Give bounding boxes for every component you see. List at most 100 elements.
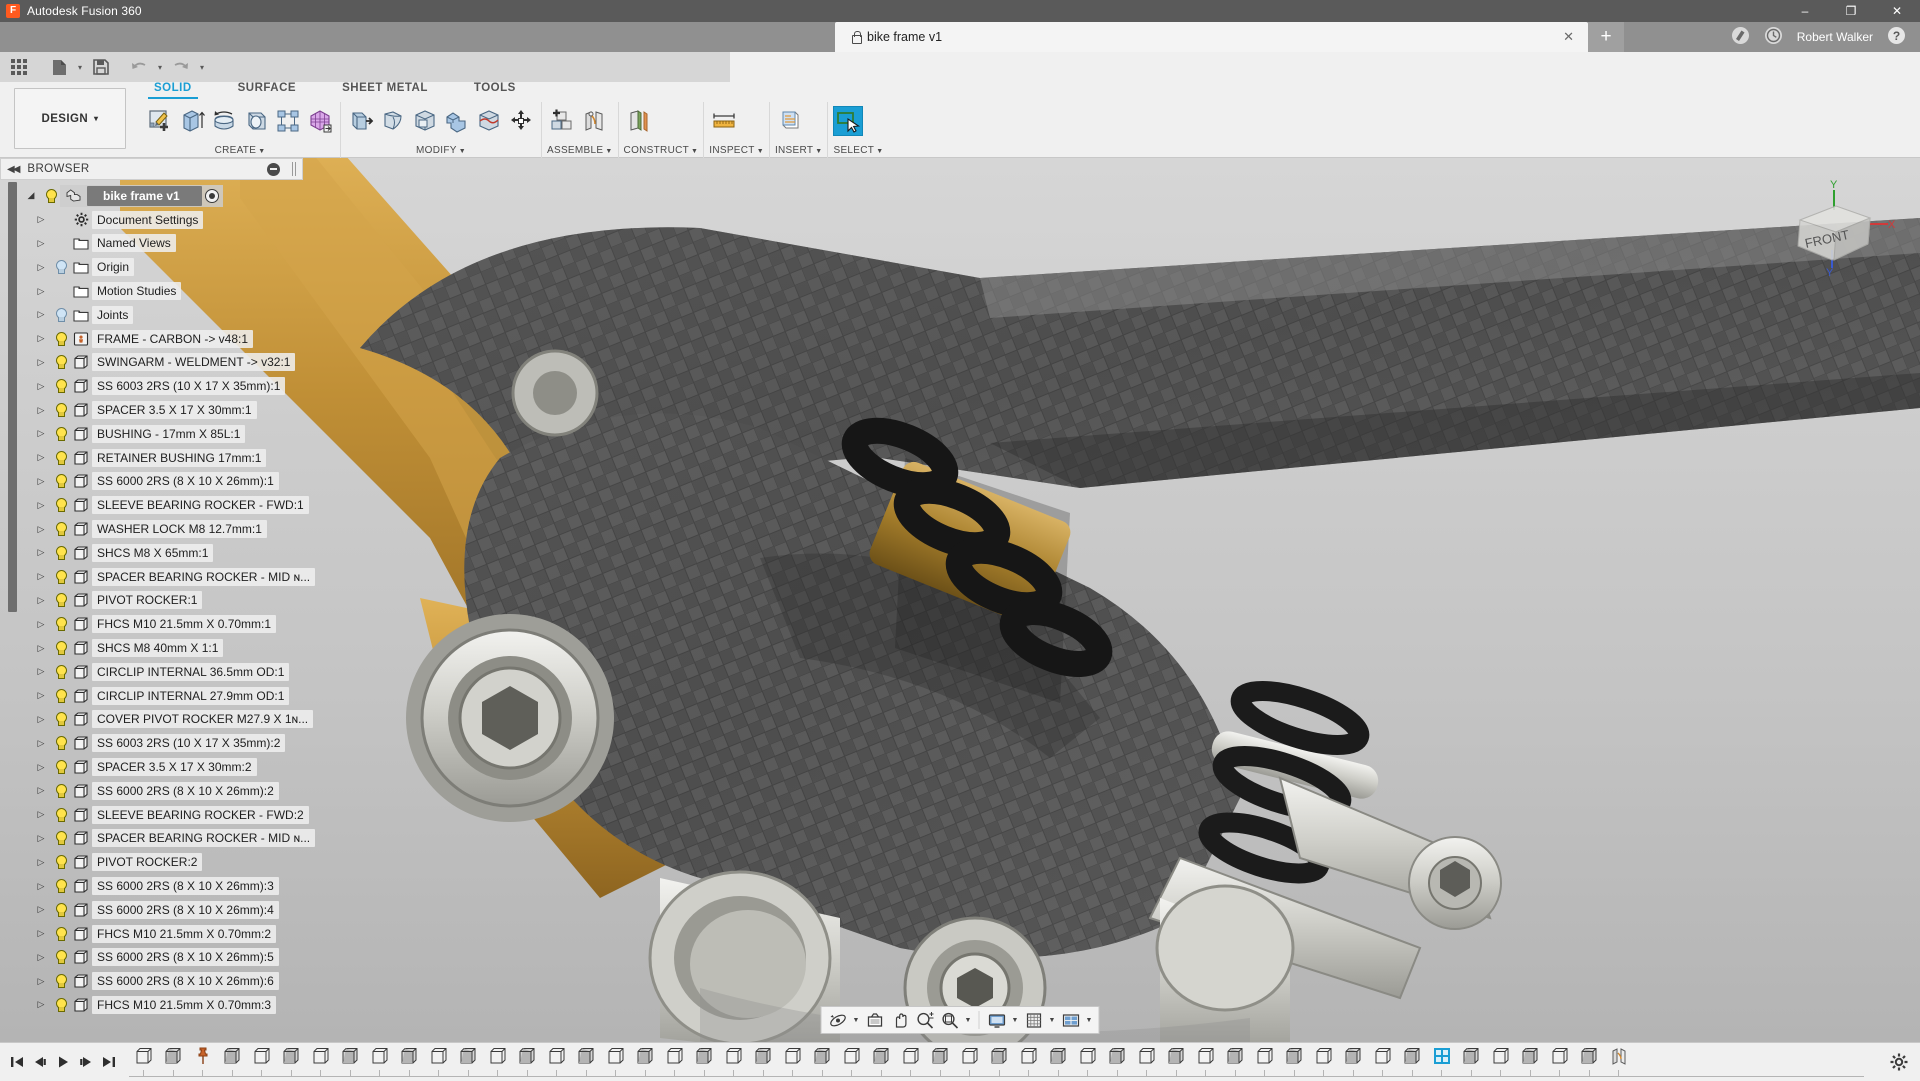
split-face-icon[interactable] (474, 106, 504, 136)
timeline-feature-item[interactable] (719, 1047, 749, 1077)
expand-arrow-icon[interactable]: ▷ (32, 952, 50, 963)
timeline-feature-item[interactable] (778, 1047, 808, 1077)
offset-plane-icon[interactable] (624, 106, 654, 136)
create-sketch-icon[interactable] (145, 106, 175, 136)
undo-caret-icon[interactable]: ▾ (154, 54, 166, 80)
timeline-feature-item[interactable] (631, 1047, 661, 1077)
maximize-button[interactable]: ❐ (1828, 0, 1874, 22)
tree-item[interactable]: ▷FHCS M10 21.5mm X 0.70mm:1 (0, 612, 303, 636)
expand-arrow-icon[interactable]: ▷ (32, 286, 50, 297)
display-caret-icon[interactable]: ▼ (1010, 1017, 1021, 1024)
file-tab-bike-frame[interactable]: bike frame v1 ✕ (835, 22, 1588, 52)
grid-caret-icon[interactable]: ▼ (1047, 1017, 1058, 1024)
extrude-icon[interactable] (177, 106, 207, 136)
tree-item[interactable]: ▷Origin (0, 255, 303, 279)
expand-arrow-icon[interactable]: ▷ (32, 452, 50, 463)
go-to-beginning-icon[interactable] (6, 1050, 27, 1074)
expand-arrow-icon[interactable]: ▷ (32, 904, 50, 915)
timeline-feature-item[interactable] (1545, 1047, 1575, 1077)
tree-item[interactable]: ▷SPACER BEARING ROCKER - MID ɴ... (0, 565, 303, 589)
expand-arrow-icon[interactable]: ▷ (32, 857, 50, 868)
expand-arrow-icon[interactable]: ▷ (32, 476, 50, 487)
mesh-icon[interactable] (305, 106, 335, 136)
select-window-icon[interactable] (833, 106, 863, 136)
visibility-bulb-icon[interactable] (50, 593, 70, 607)
expand-arrow-icon[interactable]: ▷ (32, 595, 50, 606)
timeline-marker[interactable] (188, 1047, 218, 1077)
timeline-feature-item[interactable] (424, 1047, 454, 1077)
expand-arrow-icon[interactable]: ▷ (32, 785, 50, 796)
tree-item[interactable]: ▷SS 6000 2RS (8 X 10 X 26mm):6 (0, 969, 303, 993)
combine-icon[interactable] (442, 106, 472, 136)
timeline-feature-item[interactable] (1486, 1047, 1516, 1077)
expand-arrow-icon[interactable]: ▷ (32, 619, 50, 630)
panel-select-label[interactable]: SELECT▼ (833, 145, 883, 158)
tree-item[interactable]: ▷Named Views (0, 232, 303, 256)
revolve-icon[interactable] (209, 106, 239, 136)
display-settings-icon[interactable] (985, 1008, 1009, 1032)
panel-assemble-label[interactable]: ASSEMBLE▼ (547, 145, 613, 158)
timeline-feature-item[interactable] (1162, 1047, 1192, 1077)
panel-menu-icon[interactable] (267, 163, 280, 176)
visibility-bulb-icon[interactable] (50, 831, 70, 845)
timeline-feature-item[interactable] (1221, 1047, 1251, 1077)
timeline-feature-item[interactable] (1457, 1047, 1487, 1077)
timeline-feature-item[interactable] (867, 1047, 897, 1077)
timeline-feature-item[interactable] (159, 1047, 189, 1077)
expand-arrow-icon[interactable]: ▷ (32, 262, 50, 273)
timeline-feature-item[interactable] (129, 1047, 159, 1077)
timeline-feature-item[interactable] (454, 1047, 484, 1077)
expand-arrow-icon[interactable]: ▷ (32, 238, 50, 249)
visibility-bulb-icon[interactable] (50, 927, 70, 941)
visibility-bulb-icon[interactable] (50, 451, 70, 465)
new-tab-button[interactable]: + (1588, 22, 1624, 52)
close-button[interactable]: ✕ (1874, 0, 1920, 22)
tree-item[interactable]: ▷COVER PIVOT ROCKER M27.9 X 1ɴ... (0, 708, 303, 732)
tree-item[interactable]: ▷SS 6000 2RS (8 X 10 X 26mm):1 (0, 470, 303, 494)
visibility-bulb-icon[interactable] (50, 260, 70, 274)
move-copy-icon[interactable] (506, 106, 536, 136)
expand-arrow-icon[interactable]: ▷ (32, 928, 50, 939)
visibility-bulb-icon[interactable] (50, 665, 70, 679)
timeline-feature-item[interactable] (218, 1047, 248, 1077)
expand-arrow-icon[interactable]: ▷ (32, 381, 50, 392)
orbit-caret-icon[interactable]: ▼ (851, 1017, 862, 1024)
timeline-feature-item[interactable] (1132, 1047, 1162, 1077)
expand-arrow-icon[interactable]: ▷ (32, 524, 50, 535)
tree-item[interactable]: ▷SS 6000 2RS (8 X 10 X 26mm):5 (0, 946, 303, 970)
tree-item[interactable]: ▷FHCS M10 21.5mm X 0.70mm:3 (0, 993, 303, 1017)
tree-item[interactable]: ▷SS 6000 2RS (8 X 10 X 26mm):4 (0, 898, 303, 922)
expand-arrow-icon[interactable]: ▷ (32, 357, 50, 368)
fillet-icon[interactable] (378, 106, 408, 136)
tree-item[interactable]: ▷PIVOT ROCKER:2 (0, 850, 303, 874)
tree-item[interactable]: ▷SWINGARM - WELDMENT -> v32:1 (0, 351, 303, 375)
look-at-icon[interactable] (863, 1008, 887, 1032)
visibility-bulb-icon[interactable] (50, 498, 70, 512)
collapse-left-icon[interactable]: ◀◀ (7, 164, 18, 175)
tree-item[interactable]: ▷SHCS M8 40mm X 1:1 (0, 636, 303, 660)
tree-item[interactable]: ▷FHCS M10 21.5mm X 0.70mm:2 (0, 922, 303, 946)
timeline-feature-item[interactable] (513, 1047, 543, 1077)
visibility-bulb-icon[interactable] (50, 403, 70, 417)
expand-arrow-icon[interactable]: ▷ (32, 738, 50, 749)
timeline-feature-item[interactable] (1575, 1047, 1605, 1077)
visibility-bulb-icon[interactable] (40, 189, 60, 203)
expand-arrow-icon[interactable]: ▷ (32, 809, 50, 820)
panel-insert-label[interactable]: INSERT▼ (775, 145, 823, 158)
expand-arrow-icon[interactable]: ▷ (32, 333, 50, 344)
timeline-feature-item[interactable] (395, 1047, 425, 1077)
visibility-bulb-icon[interactable] (50, 760, 70, 774)
tree-item[interactable]: ▷SHCS M8 X 65mm:1 (0, 541, 303, 565)
expand-arrow-icon[interactable]: ▷ (32, 428, 50, 439)
expand-arrow-icon[interactable]: ◢ (22, 190, 40, 201)
timeline-feature-item[interactable] (306, 1047, 336, 1077)
timeline-feature-item[interactable] (1044, 1047, 1074, 1077)
timeline-feature-item[interactable] (1309, 1047, 1339, 1077)
sweep-icon[interactable] (241, 106, 271, 136)
viewports-icon[interactable] (1059, 1008, 1083, 1032)
timeline-feature-item[interactable] (808, 1047, 838, 1077)
visibility-bulb-icon[interactable] (50, 474, 70, 488)
timeline-feature-item[interactable] (690, 1047, 720, 1077)
expand-arrow-icon[interactable]: ▷ (32, 571, 50, 582)
root-activate-radio[interactable] (205, 189, 219, 203)
